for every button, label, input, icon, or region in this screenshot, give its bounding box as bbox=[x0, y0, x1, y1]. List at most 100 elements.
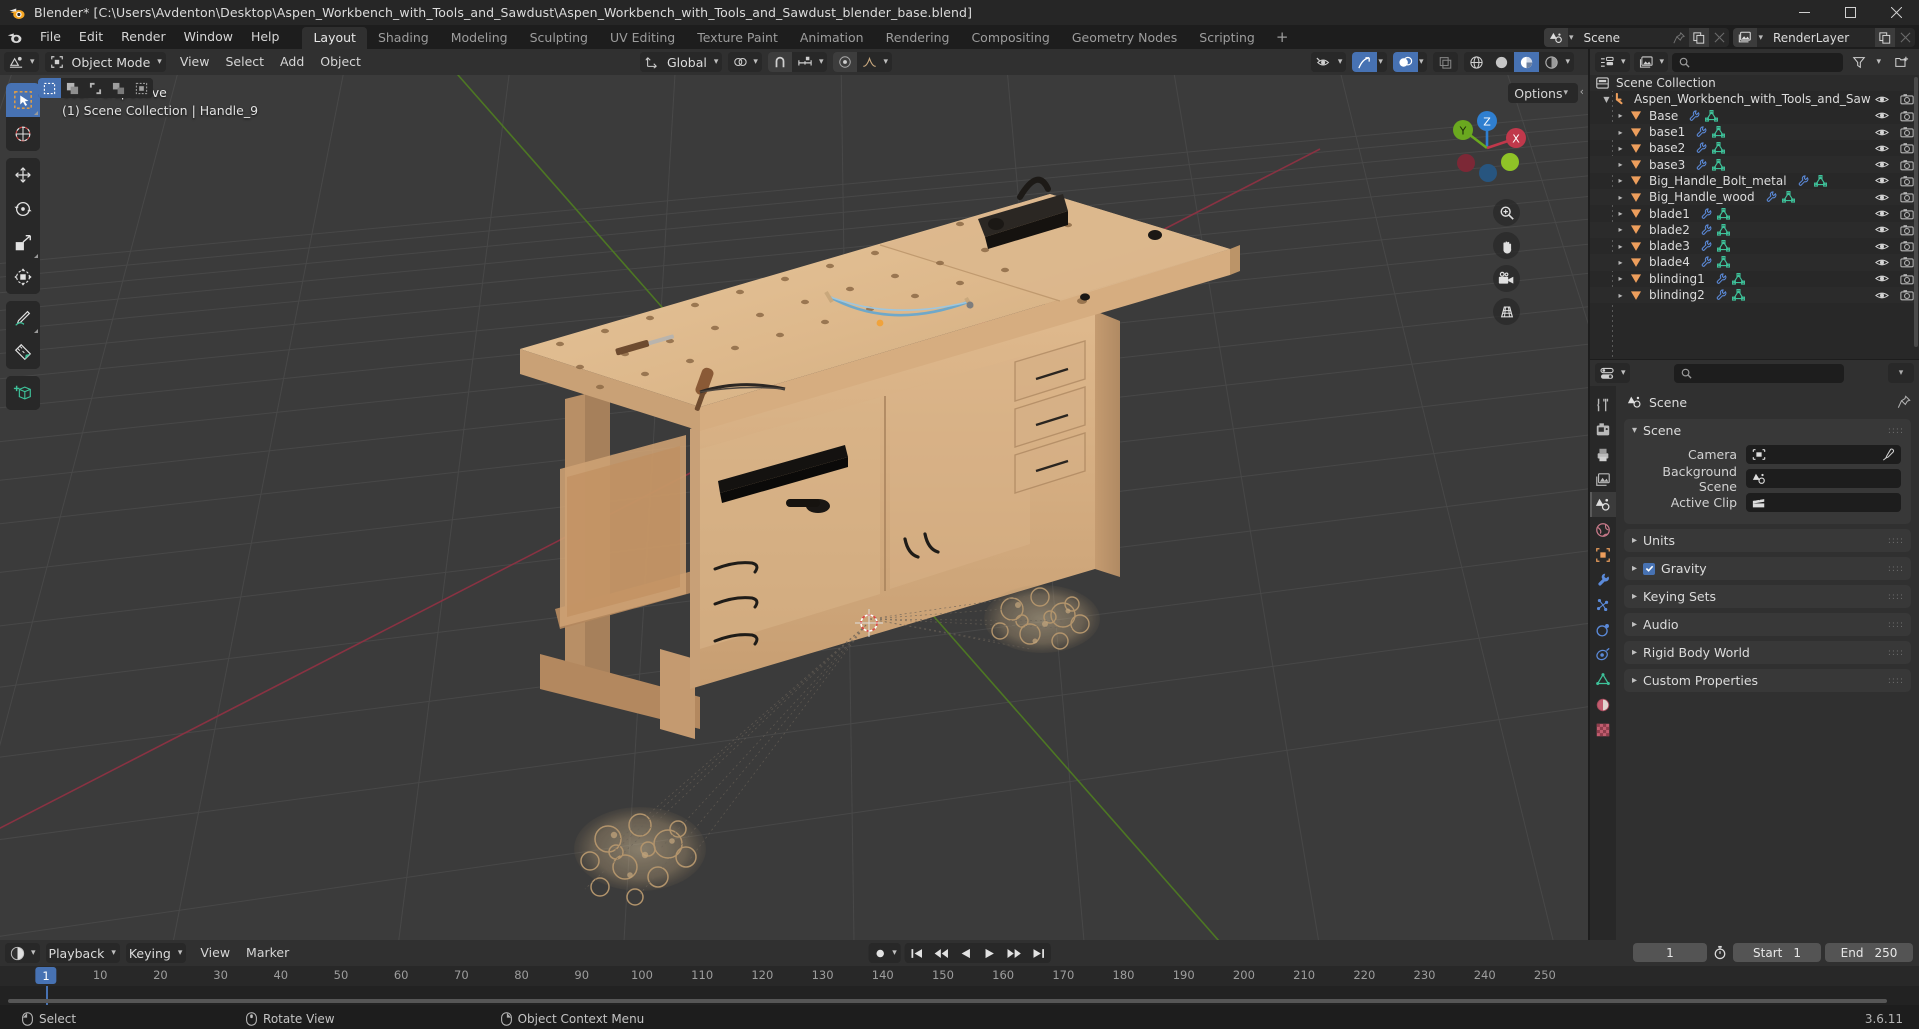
hide-in-viewport-icon[interactable] bbox=[1875, 273, 1889, 284]
show-gizmo-icon[interactable] bbox=[1352, 52, 1378, 72]
disable-in-renders-icon[interactable] bbox=[1900, 224, 1914, 236]
menu-file[interactable]: File bbox=[31, 25, 70, 49]
panel-scene-header[interactable]: ▾ Scene :::: bbox=[1624, 419, 1911, 442]
panel-gravity-header[interactable]: ▸ Gravity :::: bbox=[1624, 557, 1911, 580]
gravity-checkbox[interactable] bbox=[1643, 562, 1656, 575]
camera-field[interactable] bbox=[1746, 445, 1901, 464]
outliner-row-object[interactable]: ▸ base2 bbox=[1590, 140, 1919, 156]
modifier-icon[interactable] bbox=[1700, 207, 1712, 220]
panel-units[interactable]: ▸ Units :::: bbox=[1624, 529, 1911, 552]
tab-physics[interactable] bbox=[1590, 617, 1616, 642]
tab-compositing[interactable]: Compositing bbox=[960, 27, 1060, 49]
viewport-menu-add[interactable]: Add bbox=[272, 52, 312, 72]
filter-icon[interactable] bbox=[1847, 52, 1871, 72]
outliner-search-input[interactable] bbox=[1672, 52, 1844, 72]
outliner-editor[interactable]: ▾ ▾ ▾ Scene Collection ▼ Aspen_Workbench… bbox=[1590, 49, 1919, 359]
add-workspace-button[interactable]: + bbox=[1266, 27, 1299, 49]
unlink-scene-button[interactable] bbox=[1709, 28, 1729, 47]
toggle-orthographic-icon[interactable] bbox=[1493, 298, 1520, 325]
viewlayer-selector[interactable]: ▾ RenderLayer bbox=[1733, 28, 1915, 47]
jump-to-prev-keyframe-icon[interactable] bbox=[928, 943, 955, 963]
disable-in-renders-icon[interactable] bbox=[1900, 208, 1914, 220]
timeline-menu-marker[interactable]: Marker bbox=[238, 943, 297, 963]
disable-in-renders-icon[interactable] bbox=[1900, 142, 1914, 154]
hide-in-viewport-icon[interactable] bbox=[1875, 257, 1889, 268]
outliner-row-collection[interactable]: ▼ Aspen_Workbench_with_Tools_and_Saw bbox=[1590, 91, 1919, 107]
disable-in-renders-icon[interactable] bbox=[1900, 240, 1914, 252]
modifier-icon[interactable] bbox=[1700, 256, 1712, 268]
jump-to-start-icon[interactable] bbox=[904, 943, 929, 963]
tab-uv-editing[interactable]: UV Editing bbox=[599, 27, 686, 49]
tool-scale[interactable] bbox=[6, 226, 40, 260]
panel-audio[interactable]: ▸ Audio :::: bbox=[1624, 613, 1911, 636]
disable-in-renders-icon[interactable] bbox=[1900, 126, 1914, 138]
object-disclosure-icon[interactable]: ▸ bbox=[1614, 209, 1627, 218]
menu-edit[interactable]: Edit bbox=[70, 25, 112, 49]
tab-tool[interactable] bbox=[1590, 392, 1616, 417]
tool-cursor[interactable] bbox=[6, 117, 40, 151]
mesh-data-icon[interactable] bbox=[1813, 174, 1827, 187]
tool-annotate[interactable] bbox=[6, 301, 40, 335]
menu-window[interactable]: Window bbox=[175, 25, 242, 49]
tab-output[interactable] bbox=[1590, 442, 1616, 467]
select-intersect-icon[interactable] bbox=[107, 78, 130, 98]
end-frame-field[interactable]: End 250 bbox=[1825, 943, 1913, 962]
mesh-data-icon[interactable] bbox=[1712, 158, 1726, 171]
hide-in-viewport-icon[interactable] bbox=[1875, 127, 1889, 138]
snap-magnet-icon[interactable] bbox=[767, 52, 792, 72]
panel-units-header[interactable]: ▸ Units :::: bbox=[1624, 529, 1911, 552]
transform-orientation-selector[interactable]: Global ▾ bbox=[640, 52, 723, 72]
snapping-group[interactable]: ▾ bbox=[767, 52, 828, 72]
current-frame-field[interactable]: 1 bbox=[1633, 943, 1707, 962]
outliner-editor-type-selector[interactable]: ▾ bbox=[1595, 52, 1630, 72]
timeline-keyframe-area[interactable]: ▸ bbox=[0, 986, 1919, 1021]
scene-selector[interactable]: ▾ Scene bbox=[1543, 28, 1730, 47]
tab-shading[interactable]: Shading bbox=[367, 27, 440, 49]
tab-constraints[interactable] bbox=[1590, 642, 1616, 667]
outliner-row-object[interactable]: ▸ base1 bbox=[1590, 123, 1919, 141]
interaction-mode-selector[interactable]: Object Mode ▾ bbox=[44, 52, 166, 72]
new-scene-button[interactable] bbox=[1689, 28, 1710, 47]
close-button[interactable] bbox=[1873, 0, 1919, 25]
object-disclosure-icon[interactable]: ▸ bbox=[1614, 274, 1627, 283]
tab-rendering[interactable]: Rendering bbox=[875, 27, 961, 49]
tab-geometry-nodes[interactable]: Geometry Nodes bbox=[1061, 27, 1188, 49]
panel-gravity[interactable]: ▸ Gravity :::: bbox=[1624, 557, 1911, 580]
panel-audio-header[interactable]: ▸ Audio :::: bbox=[1624, 613, 1911, 636]
mesh-data-icon[interactable] bbox=[1716, 223, 1730, 236]
tab-view-layer[interactable] bbox=[1590, 467, 1616, 492]
outliner-row-object[interactable]: ▸ blinding2 bbox=[1590, 286, 1919, 304]
outliner-scrollbar[interactable] bbox=[1914, 77, 1918, 347]
navigation-gizmo[interactable]: Z Y X bbox=[1444, 105, 1530, 191]
disable-in-renders-icon[interactable] bbox=[1900, 93, 1914, 105]
auto-keying-group[interactable]: ▾ bbox=[868, 943, 901, 963]
blender-menu-icon[interactable] bbox=[6, 29, 23, 46]
mesh-data-icon[interactable] bbox=[1716, 207, 1730, 220]
disable-in-renders-icon[interactable] bbox=[1900, 256, 1914, 268]
use-preview-range-icon[interactable] bbox=[1711, 945, 1729, 960]
tab-layout[interactable]: Layout bbox=[302, 27, 367, 49]
disable-in-renders-icon[interactable] bbox=[1900, 289, 1914, 301]
panel-custom-properties-header[interactable]: ▸ Custom Properties :::: bbox=[1624, 669, 1911, 692]
mesh-data-icon[interactable] bbox=[1716, 240, 1730, 252]
hide-in-viewport-icon[interactable] bbox=[1875, 224, 1889, 235]
hide-in-viewport-icon[interactable] bbox=[1875, 110, 1889, 121]
hide-in-viewport-icon[interactable] bbox=[1875, 192, 1889, 203]
properties-search-input[interactable] bbox=[1673, 363, 1844, 383]
disable-in-renders-icon[interactable] bbox=[1900, 159, 1914, 171]
select-box-icon[interactable] bbox=[38, 78, 61, 98]
hide-in-viewport-icon[interactable] bbox=[1875, 241, 1889, 252]
hide-in-viewport-icon[interactable] bbox=[1875, 175, 1889, 186]
properties-options-icon[interactable]: ▾ bbox=[1888, 363, 1914, 383]
pin-scene-icon[interactable] bbox=[1669, 28, 1689, 47]
outliner-row-scene-collection[interactable]: Scene Collection bbox=[1590, 75, 1919, 92]
gizmo-group[interactable]: ▾ bbox=[1352, 52, 1387, 72]
panel-rigid-body-world[interactable]: ▸ Rigid Body World :::: bbox=[1624, 641, 1911, 664]
tab-particles[interactable] bbox=[1590, 592, 1616, 617]
modifier-icon[interactable] bbox=[1715, 273, 1727, 285]
rendered-shading-icon[interactable] bbox=[1539, 52, 1565, 72]
modifier-icon[interactable] bbox=[1695, 126, 1707, 138]
tab-animation[interactable]: Animation bbox=[789, 27, 875, 49]
select-subtract-icon[interactable] bbox=[84, 78, 107, 98]
new-viewlayer-button[interactable] bbox=[1875, 28, 1895, 47]
